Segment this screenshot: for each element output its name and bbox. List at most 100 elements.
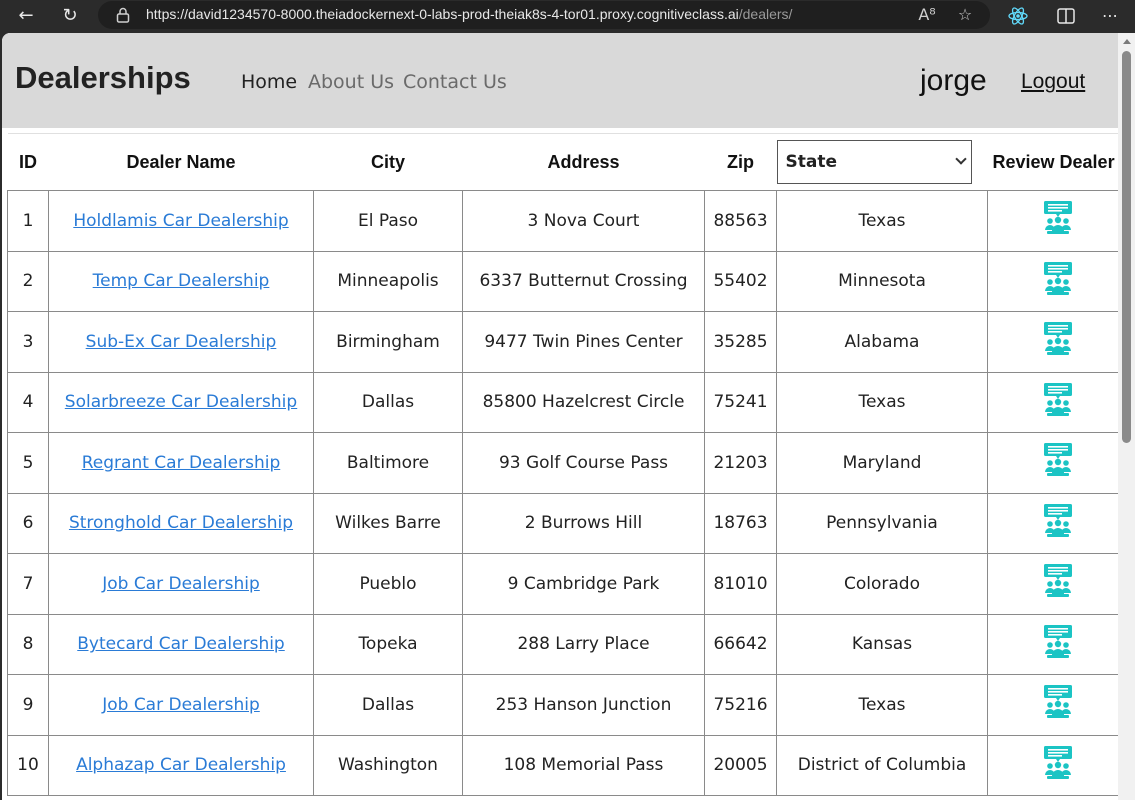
dealer-name-link[interactable]: Regrant Car Dealership: [82, 453, 281, 473]
cell-state: District of Columbia: [776, 734, 988, 796]
split-screen-icon[interactable]: [1054, 4, 1078, 28]
cell-id: 8: [7, 613, 49, 675]
state-filter-select[interactable]: State: [776, 140, 972, 184]
header-city: City: [313, 133, 463, 191]
cell-review: [987, 492, 1118, 554]
cell-city: Dallas: [313, 674, 463, 736]
cell-id: 5: [7, 432, 49, 494]
cell-zip: 21203: [704, 432, 777, 494]
cell-address: 108 Memorial Pass: [462, 734, 705, 796]
chevron-down-icon: [954, 153, 967, 165]
lock-icon[interactable]: [116, 7, 130, 23]
dealer-name-link[interactable]: Temp Car Dealership: [93, 271, 270, 291]
state-filter-value: State: [785, 152, 838, 172]
cell-city: Topeka: [313, 613, 463, 675]
url-host: https://david1234570-8000.theiadockernex…: [146, 6, 739, 22]
logout-link[interactable]: Logout: [1021, 70, 1085, 94]
cell-address: 85800 Hazelcrest Circle: [462, 371, 705, 433]
cell-address: 253 Hanson Junction: [462, 674, 705, 736]
cell-address: 6337 Butternut Crossing: [462, 250, 705, 312]
cell-address: 288 Larry Place: [462, 613, 705, 675]
cell-city: El Paso: [313, 190, 463, 252]
table-row: 1 Holdlamis Car Dealership El Paso 3 Nov…: [7, 190, 1118, 252]
review-dealer-icon[interactable]: [1042, 442, 1074, 478]
favorite-star-icon[interactable]: ☆: [954, 4, 976, 26]
address-bar[interactable]: https://david1234570-8000.theiadockernex…: [98, 1, 990, 29]
cell-zip: 75216: [704, 674, 777, 736]
cell-state: Texas: [776, 190, 988, 252]
scroll-up-arrow-icon[interactable]: [1123, 39, 1131, 44]
header-id: ID: [7, 133, 49, 191]
cell-zip: 66642: [704, 613, 777, 675]
cell-id: 10: [7, 734, 49, 796]
table-row: 3 Sub-Ex Car Dealership Birmingham 9477 …: [7, 311, 1118, 373]
cell-review: [987, 613, 1118, 675]
cell-state: Kansas: [776, 613, 988, 675]
cell-zip: 20005: [704, 734, 777, 796]
cell-id: 6: [7, 492, 49, 554]
dealer-name-link[interactable]: Bytecard Car Dealership: [77, 634, 284, 654]
dealer-name-link[interactable]: Solarbreeze Car Dealership: [65, 392, 297, 412]
cell-id: 2: [7, 250, 49, 312]
cell-state: Minnesota: [776, 250, 988, 312]
cell-dealer-name: Job Car Dealership: [48, 553, 314, 615]
back-icon[interactable]: ←: [14, 4, 38, 28]
nav-contact-us[interactable]: Contact Us: [403, 71, 507, 93]
review-dealer-icon[interactable]: [1042, 261, 1074, 297]
cell-dealer-name: Holdlamis Car Dealership: [48, 190, 314, 252]
review-dealer-icon[interactable]: [1042, 321, 1074, 357]
table-row: 9 Job Car Dealership Dallas 253 Hanson J…: [7, 674, 1118, 736]
cell-review: [987, 371, 1118, 433]
header-review-dealer: Review Dealer: [987, 133, 1118, 191]
cell-review: [987, 190, 1118, 252]
review-dealer-icon[interactable]: [1042, 503, 1074, 539]
dealer-name-link[interactable]: Job Car Dealership: [102, 695, 260, 715]
table-row: 4 Solarbreeze Car Dealership Dallas 8580…: [7, 371, 1118, 433]
cell-zip: 55402: [704, 250, 777, 312]
dealers-table-wrap: ID Dealer Name City Address Zip State Re…: [7, 133, 1118, 796]
nav-about-us[interactable]: About Us: [308, 71, 394, 93]
header-address: Address: [462, 133, 705, 191]
cell-id: 9: [7, 674, 49, 736]
table-row: 7 Job Car Dealership Pueblo 9 Cambridge …: [7, 553, 1118, 615]
cell-city: Birmingham: [313, 311, 463, 373]
cell-address: 2 Burrows Hill: [462, 492, 705, 554]
cell-state: Colorado: [776, 553, 988, 615]
cell-zip: 81010: [704, 553, 777, 615]
reload-icon[interactable]: ↻: [58, 4, 82, 28]
cell-city: Wilkes Barre: [313, 492, 463, 554]
dealer-name-link[interactable]: Sub-Ex Car Dealership: [86, 332, 277, 352]
review-dealer-icon[interactable]: [1042, 684, 1074, 720]
cell-address: 93 Golf Course Pass: [462, 432, 705, 494]
page-viewport: Dealerships Home About Us Contact Us jor…: [2, 33, 1118, 800]
cell-state: Alabama: [776, 311, 988, 373]
review-dealer-icon[interactable]: [1042, 382, 1074, 418]
review-dealer-icon[interactable]: [1042, 563, 1074, 599]
cell-city: Baltimore: [313, 432, 463, 494]
cell-city: Washington: [313, 734, 463, 796]
review-dealer-icon[interactable]: [1042, 624, 1074, 660]
username: jorge: [920, 64, 987, 97]
cell-city: Pueblo: [313, 553, 463, 615]
cell-address: 9477 Twin Pines Center: [462, 311, 705, 373]
url-path: /dealers/: [738, 6, 793, 22]
dealer-name-link[interactable]: Holdlamis Car Dealership: [73, 211, 288, 231]
react-devtools-icon[interactable]: [1006, 4, 1030, 28]
review-dealer-icon[interactable]: [1042, 745, 1074, 781]
dealer-name-link[interactable]: Alphazap Car Dealership: [76, 755, 286, 775]
brand-title[interactable]: Dealerships: [15, 60, 191, 96]
url-text: https://david1234570-8000.theiadockernex…: [146, 6, 792, 22]
more-menu-icon[interactable]: ⋯: [1098, 4, 1122, 28]
vertical-scrollbar[interactable]: [1118, 33, 1135, 800]
cell-state: Texas: [776, 674, 988, 736]
scroll-thumb[interactable]: [1122, 51, 1131, 443]
dealer-name-link[interactable]: Job Car Dealership: [102, 574, 260, 594]
nav-home[interactable]: Home: [241, 71, 297, 93]
cell-review: [987, 674, 1118, 736]
header-dealer-name: Dealer Name: [48, 133, 314, 191]
cell-id: 1: [7, 190, 49, 252]
review-dealer-icon[interactable]: [1042, 200, 1074, 236]
dealer-name-link[interactable]: Stronghold Car Dealership: [69, 513, 293, 533]
read-aloud-icon[interactable]: A⁸: [916, 4, 938, 26]
table-row: 2 Temp Car Dealership Minneapolis 6337 B…: [7, 250, 1118, 312]
